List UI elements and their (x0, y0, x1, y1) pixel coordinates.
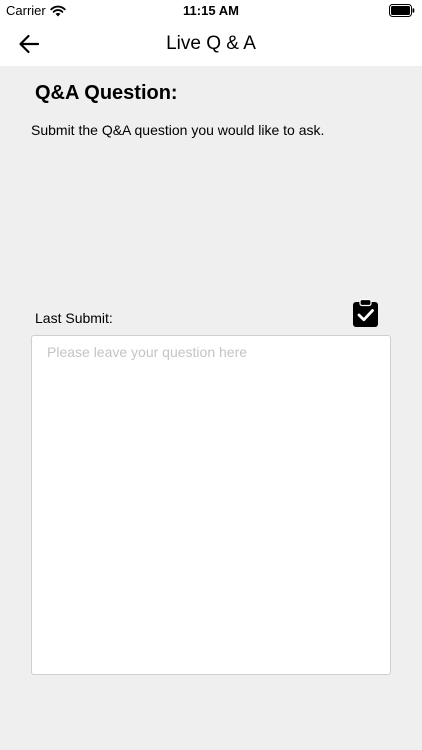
clipboard-check-icon (353, 299, 378, 327)
live-qa-screen: Carrier 11:15 AM Live Q & A Q&A Question… (0, 0, 422, 750)
question-heading: Q&A Question: (35, 82, 178, 104)
submit-question-button[interactable] (353, 299, 378, 327)
question-input[interactable] (31, 335, 391, 675)
navigation-bar: Live Q & A (0, 22, 422, 66)
status-bar: Carrier 11:15 AM (0, 0, 422, 22)
battery-icon (389, 4, 415, 17)
status-time: 11:15 AM (183, 3, 239, 18)
last-submit-label: Last Submit: (35, 310, 113, 326)
page-title: Live Q & A (166, 33, 256, 54)
instructions-text: Submit the Q&A question you would like t… (31, 122, 325, 138)
